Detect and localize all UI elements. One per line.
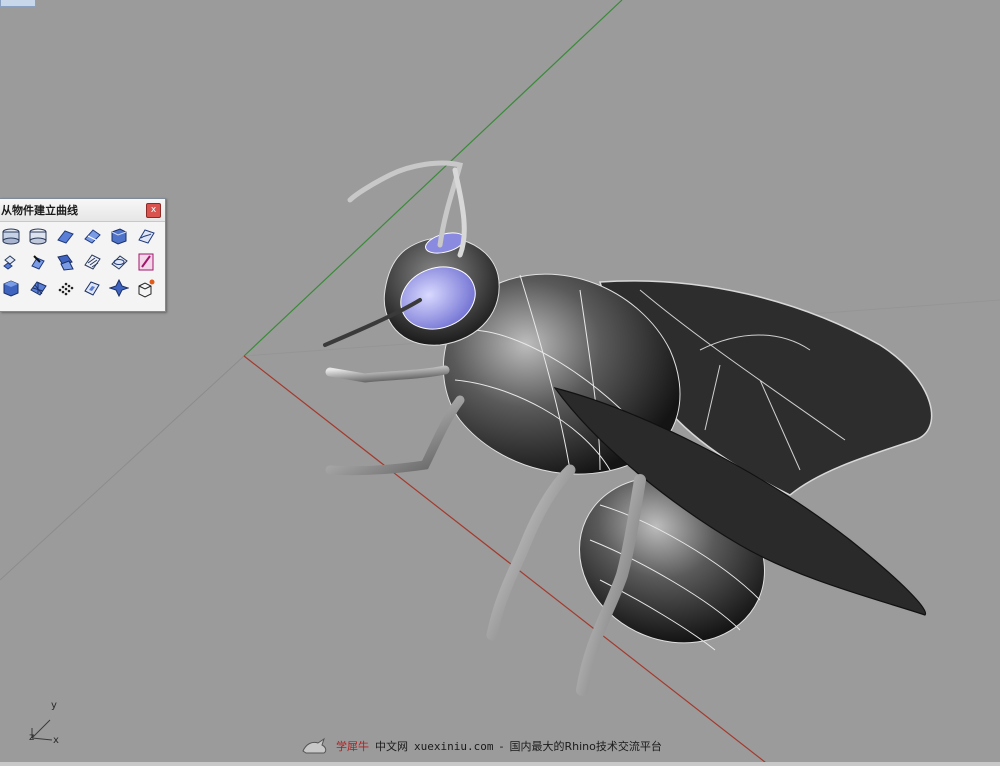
curve-from-object-toolbar[interactable]: 从物件建立曲线 x <box>0 198 166 312</box>
silhouette-icon <box>138 253 154 271</box>
watermark-brand: 学犀牛 <box>336 740 369 753</box>
mesh-outline-icon <box>30 281 47 296</box>
perspective-viewport[interactable]: 从物件建立曲线 x y z x 学犀牛 中文网 xuexiniu.com - 国… <box>0 0 1000 766</box>
axis-triad-lines <box>31 719 53 741</box>
middle-leg <box>486 464 576 641</box>
mesh-intersect-button[interactable] <box>108 277 130 299</box>
make-2d-icon <box>138 279 155 298</box>
intersect-icon <box>57 254 74 271</box>
pull-curve-button[interactable] <box>27 251 49 273</box>
extract-isocurve-icon <box>84 229 101 244</box>
unroll-icon <box>84 281 100 296</box>
front-leg-lower <box>325 395 465 476</box>
make-2d-button[interactable] <box>135 277 157 299</box>
contour-button[interactable] <box>81 251 103 273</box>
mesh-intersect-icon <box>109 278 129 298</box>
extract-isocurve-button[interactable] <box>81 225 103 247</box>
pull-curve-icon <box>31 255 45 270</box>
z-axis-label: z <box>29 732 35 743</box>
scene-canvas[interactable] <box>0 0 1000 766</box>
toolbar-titlebar[interactable]: 从物件建立曲线 x <box>0 199 165 222</box>
watermark-name: 中文网 <box>375 740 408 753</box>
close-button[interactable]: x <box>146 202 161 218</box>
create-uv-curves-button[interactable] <box>0 277 22 299</box>
contour-icon <box>84 254 101 270</box>
watermark: 学犀牛 中文网 xuexiniu.com - 国内最大的Rhino技术交流平台 <box>300 733 662 759</box>
y-axis-label: y <box>51 700 57 711</box>
project-curve-icon <box>3 255 16 270</box>
toolbar-button-grid <box>0 222 165 303</box>
unroll-button[interactable] <box>81 277 103 299</box>
duplicate-border-icon <box>29 228 47 245</box>
point-cloud-curve-icon <box>58 282 74 296</box>
create-uv-curves-icon <box>3 280 19 297</box>
front-leg-upper <box>325 365 450 383</box>
extract-curvature-curve-icon <box>138 229 155 244</box>
toolbar-title: 从物件建立曲线 <box>1 204 78 217</box>
rhino-logo-icon <box>302 737 327 754</box>
silhouette-button[interactable] <box>135 251 157 273</box>
section-icon <box>111 255 128 270</box>
duplicate-edge-icon <box>2 228 20 245</box>
intersect-button[interactable] <box>54 251 76 273</box>
project-curve-button[interactable] <box>0 251 22 273</box>
extract-wireframe-button[interactable] <box>108 225 130 247</box>
watermark-site: xuexiniu.com <box>414 739 494 753</box>
watermark-tagline: 国内最大的Rhino技术交流平台 <box>509 740 662 753</box>
extract-wireframe-icon <box>111 228 127 245</box>
duplicate-face-border-icon <box>57 230 74 244</box>
mesh-outline-button[interactable] <box>27 277 49 299</box>
watermark-separator: - <box>499 739 504 753</box>
viewport-bottom-edge <box>0 762 1000 766</box>
duplicate-border-button[interactable] <box>27 225 49 247</box>
duplicate-edge-button[interactable] <box>0 225 22 247</box>
bee-model[interactable] <box>323 160 933 696</box>
section-button[interactable] <box>108 251 130 273</box>
viewport-tab[interactable] <box>0 0 36 7</box>
extract-curvature-curve-button[interactable] <box>135 225 157 247</box>
x-axis-label: x <box>53 735 59 746</box>
grid-line <box>0 355 245 581</box>
duplicate-face-border-button[interactable] <box>54 225 76 247</box>
axis-triad: y z x <box>20 700 70 750</box>
point-cloud-curve-button[interactable] <box>54 277 76 299</box>
